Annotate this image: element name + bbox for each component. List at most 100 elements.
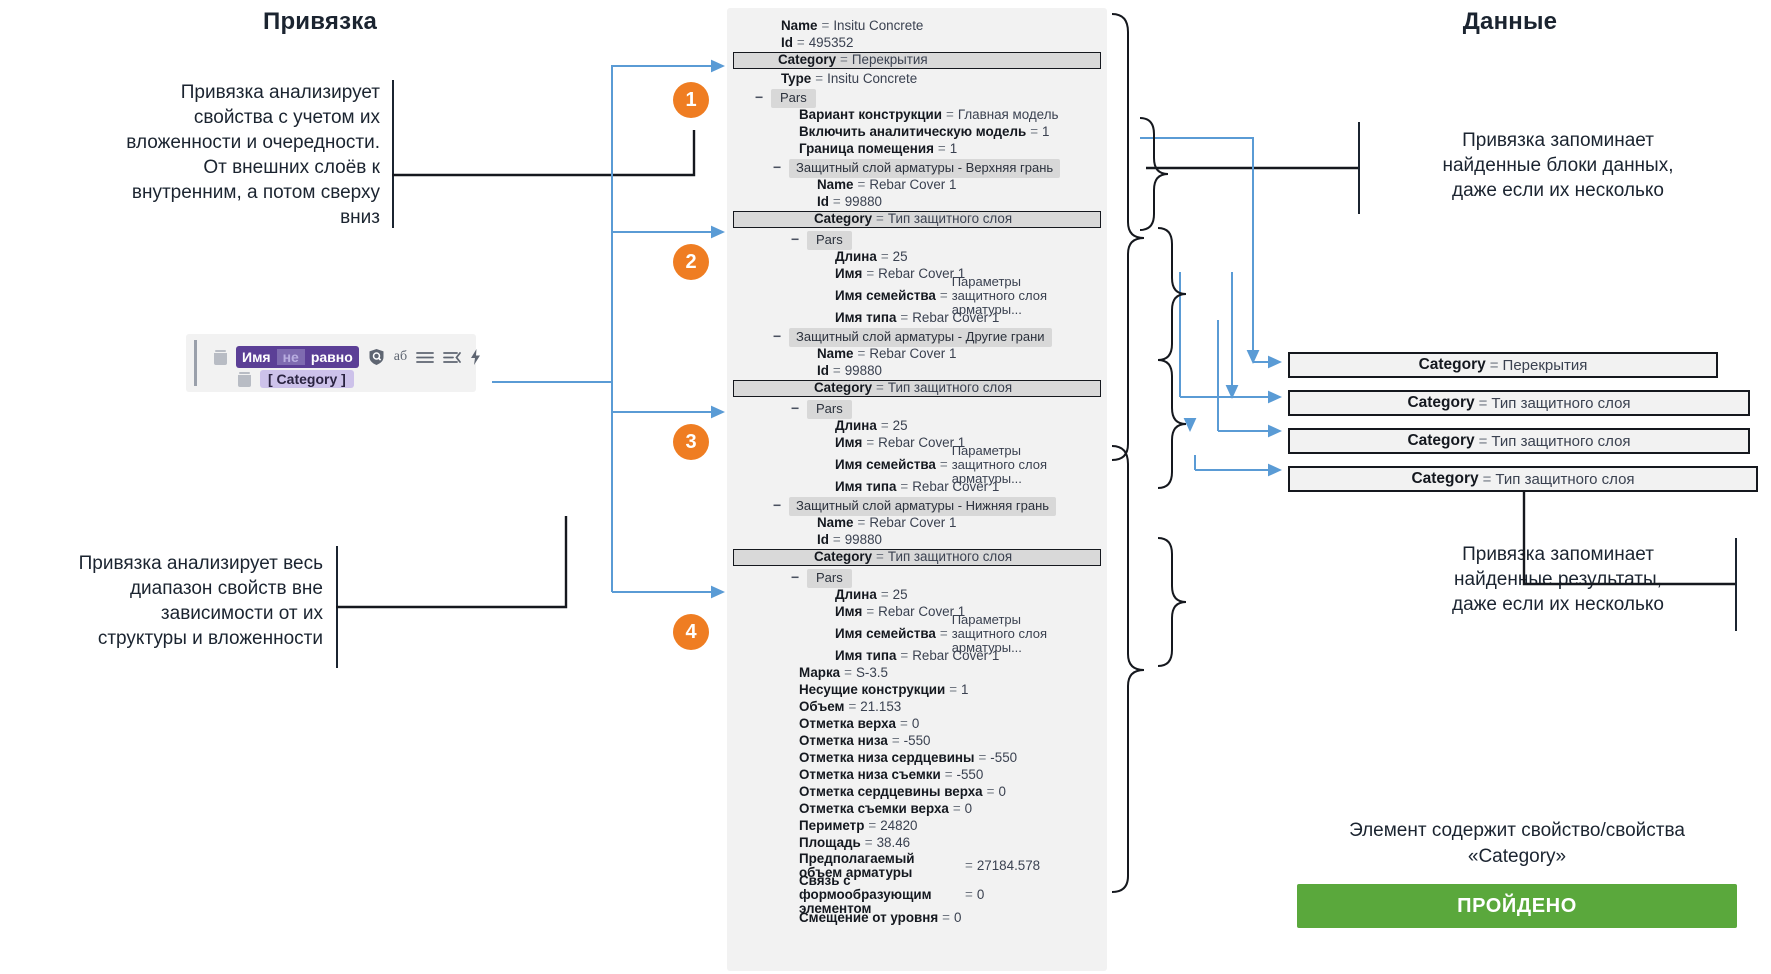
collapse-icon[interactable]: −	[773, 159, 781, 176]
tree-group-row[interactable]: − Защитный слой арматуры - Нижняя грань	[727, 496, 1107, 516]
tree-property-row[interactable]: Объем = 21.153	[727, 699, 1107, 716]
tree-property-highlight[interactable]: Category = Тип защитного слоя	[733, 380, 1101, 397]
pass-button[interactable]: ПРОЙДЕНО	[1297, 884, 1737, 928]
tree-group-row[interactable]: − Pars	[727, 230, 1107, 250]
tree-property-row[interactable]: Граница помещения = 1	[727, 141, 1107, 158]
note-bottom-right: Привязка запоминает найденные результаты…	[1452, 544, 1664, 616]
result-row[interactable]: Category = Тип защитного слоя	[1288, 390, 1750, 416]
tree-property-row[interactable]: Включить аналитическую модель = 1	[727, 124, 1107, 141]
step-badge-1: 1	[673, 82, 709, 118]
result-row[interactable]: Category = Тип защитного слоя	[1288, 428, 1750, 454]
tree-property-highlight[interactable]: Category = Перекрытия	[733, 52, 1101, 69]
lightning-icon[interactable]	[470, 349, 481, 365]
tree-property-value: S-3.5	[855, 665, 888, 681]
collapse-icon[interactable]: −	[791, 569, 799, 586]
tree-property-row[interactable]: Длина = 25	[727, 249, 1107, 266]
condition-negation[interactable]: не	[276, 349, 305, 365]
collapse-icon[interactable]: −	[773, 328, 781, 345]
tree-property-row[interactable]: Отметка низа съемки = -550	[727, 767, 1107, 784]
tree-property-value: 27184.578	[976, 857, 1041, 873]
tree-property-row[interactable]: Category = Тип защитного слоя	[727, 380, 1107, 399]
tree-property-row[interactable]: Id = 99880	[727, 194, 1107, 211]
filter-widget[interactable]: Имя не равно аб [Category]	[186, 334, 481, 392]
tree-property-row[interactable]: Отметка сердцевины верха = 0	[727, 784, 1107, 801]
tree-property-row[interactable]: Связь с формообразующим элементом = 0	[727, 874, 1107, 916]
tree-property-row[interactable]: Периметр = 24820	[727, 818, 1107, 835]
tree-group-row[interactable]: − Защитный слой арматуры - Верхняя грань	[727, 158, 1107, 178]
tree-property-row[interactable]: Длина = 25	[727, 587, 1107, 604]
tree-property-row[interactable]: Имя семейства = Параметры защитного слоя а…	[727, 444, 1107, 486]
result-row[interactable]: Category = Перекрытия	[1288, 352, 1718, 378]
tree-property-key: Площадь	[799, 835, 861, 851]
tree-property-row[interactable]: Имя типа = Rebar Cover 1	[727, 479, 1107, 496]
tree-property-key: Id	[817, 363, 829, 379]
tree-property-key: Category	[814, 211, 873, 227]
tree-property-row[interactable]: Длина = 25	[727, 418, 1107, 435]
tree-property-row[interactable]: Имя семейства = Параметры защитного слоя а…	[727, 613, 1107, 655]
tree-property-key: Отметка низа съемки	[799, 767, 941, 783]
tree-property-row[interactable]: Id = 99880	[727, 532, 1107, 549]
tree-property-row[interactable]: Name = Rebar Cover 1	[727, 177, 1107, 194]
result-key: Category	[1407, 394, 1475, 411]
tree-property-row[interactable]: Вариант конструкции = Главная модель	[727, 107, 1107, 124]
list-collapse-icon[interactable]	[443, 351, 462, 364]
tree-property-key: Имя типа	[835, 310, 897, 326]
tree-property-value: Перекрытия	[851, 52, 928, 68]
tree-property-row[interactable]: Отметка низа сердцевины = -550	[727, 750, 1107, 767]
tree-property-row[interactable]: Category = Перекрытия	[727, 52, 1107, 71]
pass-caption: Элемент содержит свойство/свойства «Cate…	[1349, 820, 1685, 867]
tree-property-row[interactable]: Отметка верха = 0	[727, 716, 1107, 733]
tree-group-row[interactable]: − Pars	[727, 568, 1107, 588]
tree-property-highlight[interactable]: Category = Тип защитного слоя	[733, 211, 1101, 228]
collapse-icon[interactable]: −	[755, 89, 763, 106]
tree-property-row[interactable]: Id = 495352	[727, 35, 1107, 52]
collapse-icon[interactable]: −	[773, 497, 781, 514]
tree-group-label: Защитный слой арматуры - Верхняя грань	[789, 159, 1061, 178]
tree-property-row[interactable]: Марка = S-3.5	[727, 665, 1107, 682]
tree-property-row[interactable]: Отметка низа = -550	[727, 733, 1107, 750]
trash-icon[interactable]	[214, 349, 227, 365]
tree-property-row[interactable]: Category = Тип защитного слоя	[727, 211, 1107, 230]
condition-operator[interactable]: равно	[305, 349, 359, 365]
tree-property-row[interactable]: Id = 99880	[727, 363, 1107, 380]
tree-property-row[interactable]: Name = Rebar Cover 1	[727, 515, 1107, 532]
tree-property-row[interactable]: Площадь = 38.46	[727, 835, 1107, 852]
note-bottom-left-rule	[336, 546, 338, 668]
tree-property-key: Имя типа	[835, 648, 897, 664]
tree-property-row[interactable]: Name = Insitu Concrete	[727, 18, 1107, 35]
value-trash-icon[interactable]	[238, 371, 251, 387]
tree-property-value: Rebar Cover 1	[912, 479, 1000, 495]
tree-property-row[interactable]: Type = Insitu Concrete	[727, 71, 1107, 88]
tree-property-value: Rebar Cover 1	[912, 310, 1000, 326]
case-text-icon[interactable]: аб	[394, 349, 407, 365]
result-row[interactable]: Category = Тип защитного слоя	[1288, 466, 1758, 492]
condition-pill[interactable]: Имя не равно	[236, 346, 359, 368]
tree-property-key: Имя	[835, 604, 863, 620]
collapse-icon[interactable]: −	[791, 400, 799, 417]
tree-group-row[interactable]: − Pars	[727, 399, 1107, 419]
tree-property-row[interactable]: Category = Тип защитного слоя	[727, 549, 1107, 568]
tree-property-value: 0	[998, 784, 1006, 800]
tree-property-row[interactable]: Name = Rebar Cover 1	[727, 346, 1107, 363]
tree-property-key: Имя семейства	[835, 456, 936, 472]
condition-field[interactable]: Имя	[236, 349, 277, 365]
tree-property-row[interactable]: Имя типа = Rebar Cover 1	[727, 648, 1107, 665]
result-value: Тип защитного слоя	[1495, 470, 1635, 488]
collapse-icon[interactable]: −	[791, 231, 799, 248]
tree-group-row[interactable]: − Защитный слой арматуры - Другие грани	[727, 327, 1107, 347]
tree-property-row[interactable]: Смещение от уровня = 0	[727, 910, 1107, 927]
property-tree-panel[interactable]: Name = Insitu Concrete Id = 495352 Category = Пе…	[727, 8, 1107, 971]
shield-search-icon[interactable]	[368, 348, 385, 366]
tree-property-row[interactable]: Имя семейства = Параметры защитного слоя а…	[727, 275, 1107, 317]
tree-property-key: Id	[817, 194, 829, 210]
tree-property-value: 21.153	[860, 699, 902, 715]
tree-group-row[interactable]: − Pars	[727, 88, 1107, 108]
tree-property-row[interactable]: Отметка съемки верха = 0	[727, 801, 1107, 818]
tree-property-highlight[interactable]: Category = Тип защитного слоя	[733, 549, 1101, 566]
list-icon[interactable]	[416, 351, 435, 364]
tree-property-value: 99880	[844, 363, 882, 379]
value-chip[interactable]: [ Category ]	[260, 370, 354, 388]
tree-property-row[interactable]: Имя типа = Rebar Cover 1	[727, 310, 1107, 327]
tree-property-key: Name	[817, 177, 854, 193]
tree-property-row[interactable]: Несущие конструкции = 1	[727, 682, 1107, 699]
